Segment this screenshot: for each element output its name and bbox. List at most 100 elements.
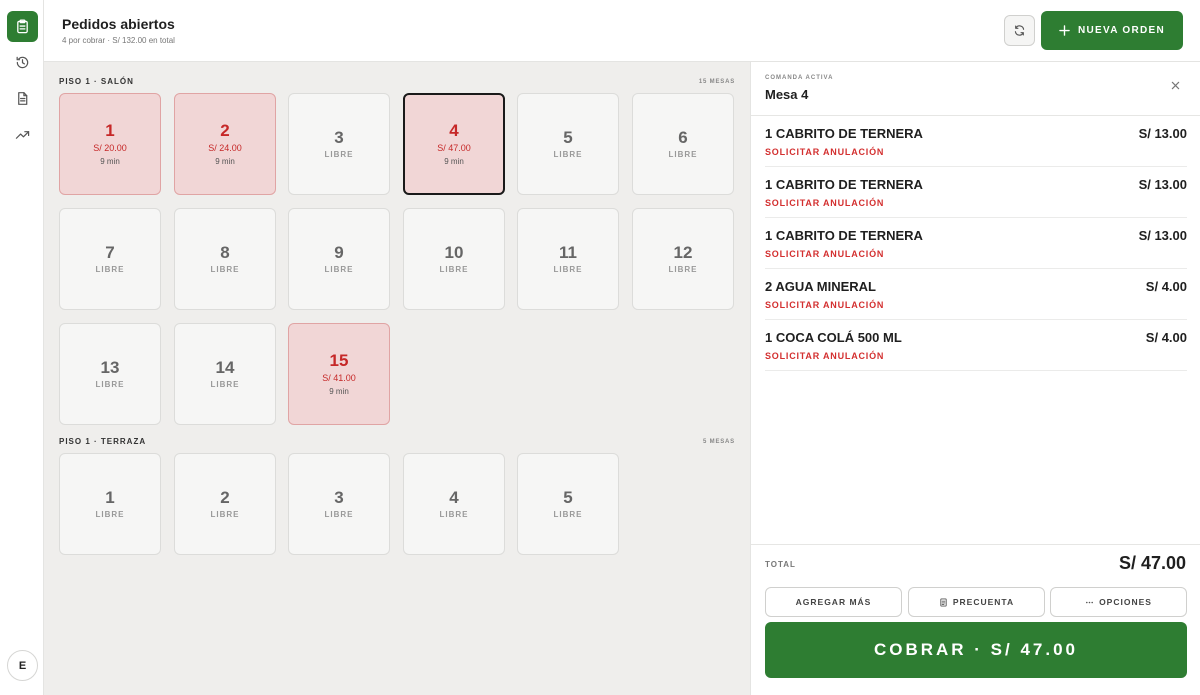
table-tile[interactable]: 14 LIBRE	[174, 323, 276, 425]
table-number: 8	[220, 242, 230, 262]
table-tile[interactable]: 9 LIBRE	[288, 208, 390, 310]
item-name: 2 AGUA MINERAL	[765, 279, 876, 294]
table-tile[interactable]: 4 S/ 47.00 9 min	[403, 93, 505, 195]
receipt-icon	[940, 597, 947, 607]
header: Pedidos abiertos 4 por cobrar · S/ 132.0…	[44, 0, 1200, 62]
table-tile[interactable]: 13 LIBRE	[59, 323, 161, 425]
close-icon	[1171, 81, 1179, 89]
table-status: LIBRE	[324, 510, 354, 520]
item-price: S/ 13.00	[1138, 228, 1187, 243]
table-tile[interactable]: 8 LIBRE	[174, 208, 276, 310]
table-number: 13	[100, 357, 120, 377]
new-order-label: NUEVA ORDEN	[1077, 25, 1166, 36]
request-void-link[interactable]: SOLICITAR ANULACIÓN	[765, 249, 884, 259]
order-item: 2 AGUA MINERAL S/ 4.00 SOLICITAR ANULACIÓN	[765, 269, 1187, 320]
request-void-link[interactable]: SOLICITAR ANULACIÓN	[765, 351, 884, 361]
table-amount: S/ 24.00	[208, 143, 242, 154]
item-name: 1 CABRITO DE TERNERA	[765, 228, 923, 243]
order-item: 1 CABRITO DE TERNERA S/ 13.00 SOLICITAR AN…	[765, 218, 1187, 269]
table-tile[interactable]: 2 S/ 24.00 9 min	[174, 93, 276, 195]
item-name: 1 COCA COLÁ 500 ML	[765, 330, 902, 345]
table-number: 1	[105, 120, 115, 140]
table-status: LIBRE	[95, 510, 125, 520]
total-label: TOTAL	[765, 560, 796, 569]
order-panel: COMANDA ACTIVA Mesa 4 1 CABRITO DE TERNE…	[750, 62, 1200, 695]
section-count: 5 MESAS	[703, 439, 735, 445]
table-status: LIBRE	[95, 265, 125, 275]
table-status: LIBRE	[324, 265, 354, 275]
item-price: S/ 13.00	[1138, 177, 1187, 192]
user-avatar[interactable]: E	[7, 650, 38, 681]
table-tile[interactable]: 7 LIBRE	[59, 208, 161, 310]
table-status: LIBRE	[210, 380, 240, 390]
total-value: S/ 47.00	[1118, 553, 1186, 573]
table-number: 11	[559, 242, 577, 262]
item-name: 1 CABRITO DE TERNERA	[765, 126, 923, 141]
table-number: 12	[673, 242, 693, 262]
documents-nav-button[interactable]	[7, 83, 38, 114]
orders-nav-button[interactable]	[7, 11, 38, 42]
order-item: 1 COCA COLÁ 500 ML S/ 4.00 SOLICITAR ANULA…	[765, 320, 1187, 371]
table-tile[interactable]: 5 LIBRE	[517, 453, 619, 555]
table-amount: S/ 47.00	[437, 143, 471, 154]
add-more-button[interactable]: AGREGAR MÁS	[765, 587, 902, 617]
table-number: 10	[444, 242, 464, 262]
section-title: PISO 1 · TERRAZA	[59, 437, 147, 446]
table-tile[interactable]: 4 LIBRE	[403, 453, 505, 555]
table-status: LIBRE	[553, 265, 583, 275]
precuenta-button[interactable]: PRECUENTA	[908, 587, 1045, 617]
table-number: 3	[334, 127, 344, 147]
table-status: LIBRE	[324, 150, 354, 160]
table-number: 5	[563, 127, 573, 147]
page-subtitle: 4 por cobrar · S/ 132.00 en total	[62, 36, 175, 45]
table-status: LIBRE	[439, 265, 469, 275]
page-title: Pedidos abiertos	[62, 16, 175, 32]
table-status: LIBRE	[553, 150, 583, 160]
table-number: 15	[329, 350, 349, 370]
history-icon	[16, 56, 29, 69]
table-tile[interactable]: 2 LIBRE	[174, 453, 276, 555]
table-tile[interactable]: 15 S/ 41.00 9 min	[288, 323, 390, 425]
divider	[751, 544, 1200, 545]
reports-nav-button[interactable]	[7, 119, 38, 150]
trending-up-icon	[15, 131, 30, 139]
table-number: 1	[105, 487, 115, 507]
close-panel-button[interactable]	[1169, 79, 1181, 91]
request-void-link[interactable]: SOLICITAR ANULACIÓN	[765, 300, 884, 310]
precuenta-label: PRECUENTA	[952, 597, 1015, 607]
table-tile[interactable]: 5 LIBRE	[517, 93, 619, 195]
table-status: LIBRE	[668, 150, 698, 160]
item-name: 1 CABRITO DE TERNERA	[765, 177, 923, 192]
order-item: 1 CABRITO DE TERNERA S/ 13.00 SOLICITAR AN…	[765, 167, 1187, 218]
table-number: 14	[215, 357, 235, 377]
table-status: LIBRE	[553, 510, 583, 520]
table-tile[interactable]: 3 LIBRE	[288, 93, 390, 195]
item-price: S/ 4.00	[1145, 330, 1187, 345]
new-order-button[interactable]: NUEVA ORDEN	[1041, 11, 1183, 50]
options-button[interactable]: OPCIONES	[1050, 587, 1187, 617]
pay-button[interactable]: COBRAR · S/ 47.00	[765, 622, 1187, 678]
refresh-button[interactable]	[1004, 15, 1035, 46]
floor-plan: PISO 1 · SALÓN 15 MESAS 1 S/ 20.00 9 min 2 S…	[44, 62, 750, 695]
table-tile[interactable]: 3 LIBRE	[288, 453, 390, 555]
table-tile[interactable]: 1 S/ 20.00 9 min	[59, 93, 161, 195]
table-tile[interactable]: 6 LIBRE	[632, 93, 734, 195]
table-tile[interactable]: 1 LIBRE	[59, 453, 161, 555]
table-tile[interactable]: 10 LIBRE	[403, 208, 505, 310]
request-void-link[interactable]: SOLICITAR ANULACIÓN	[765, 147, 884, 157]
plus-icon	[1059, 25, 1070, 36]
table-number: 5	[563, 487, 573, 507]
sidebar: E	[0, 0, 44, 695]
panel-subtitle: COMANDA ACTIVA	[765, 75, 834, 81]
table-number: 2	[220, 487, 230, 507]
refresh-icon	[1014, 25, 1025, 36]
table-number: 9	[334, 242, 344, 262]
request-void-link[interactable]: SOLICITAR ANULACIÓN	[765, 198, 884, 208]
table-status: LIBRE	[439, 510, 469, 520]
table-number: 2	[220, 120, 230, 140]
add-more-label: AGREGAR MÁS	[795, 597, 872, 607]
table-elapsed-time: 9 min	[215, 157, 235, 167]
table-tile[interactable]: 12 LIBRE	[632, 208, 734, 310]
history-nav-button[interactable]	[7, 47, 38, 78]
table-tile[interactable]: 11 LIBRE	[517, 208, 619, 310]
